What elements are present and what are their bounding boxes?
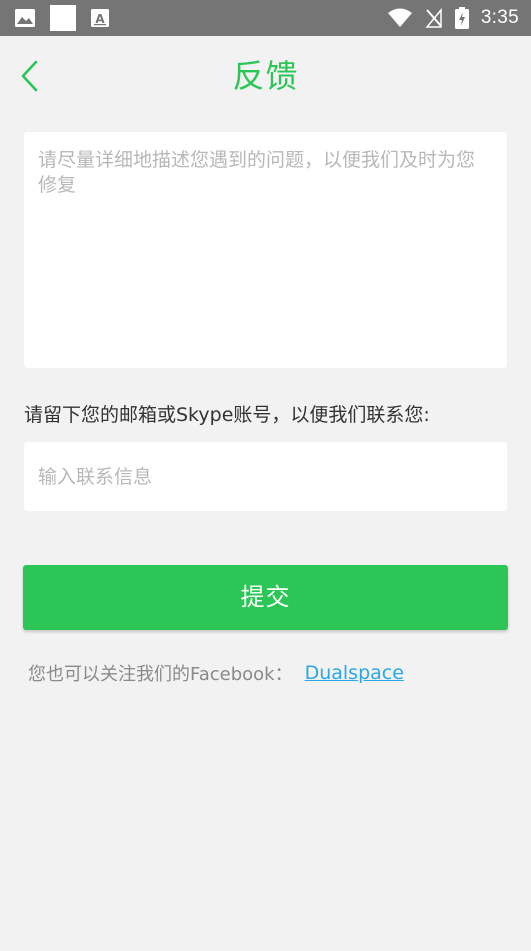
- status-bar-system: 3:35: [387, 0, 519, 36]
- page-title: 反馈: [232, 57, 299, 95]
- status-time: 3:35: [480, 7, 519, 28]
- no-signal-icon: [425, 8, 442, 28]
- facebook-text: 您也可以关注我们的Facebook：: [28, 664, 293, 685]
- battery-charging-icon: [454, 7, 469, 29]
- feedback-box: [24, 132, 507, 368]
- svg-text:A: A: [95, 12, 105, 26]
- submit-button[interactable]: 提交: [23, 565, 508, 630]
- facebook-link[interactable]: Dualspace: [305, 662, 404, 684]
- text-notification-icon: A: [91, 9, 109, 27]
- feedback-textarea[interactable]: [24, 132, 507, 368]
- wifi-icon: [387, 8, 412, 27]
- header: 反馈: [0, 36, 531, 116]
- facebook-row: 您也可以关注我们的Facebook： Dualspace: [28, 658, 404, 688]
- blank-notification-icon: [50, 5, 76, 31]
- contact-input[interactable]: [24, 442, 507, 511]
- contact-label: 请留下您的邮箱或Skype账号，以便我们联系您:: [24, 404, 430, 426]
- image-icon: [15, 9, 35, 27]
- status-bar: A 3:35: [0, 0, 531, 36]
- status-bar-notifications: A: [14, 5, 110, 31]
- contact-box: [24, 442, 507, 511]
